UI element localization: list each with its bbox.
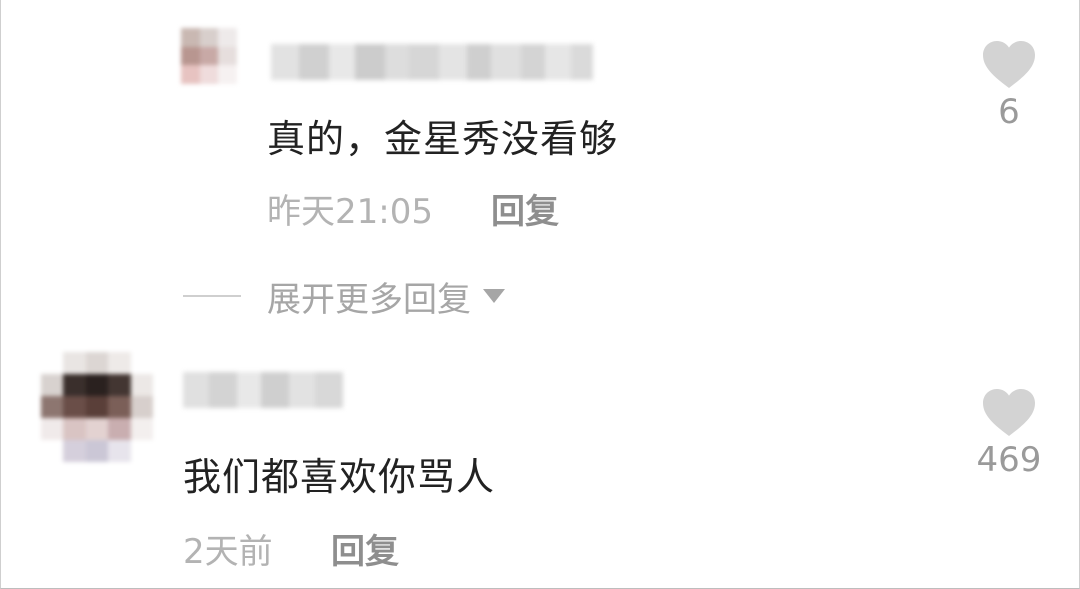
- heart-icon: [983, 41, 1035, 88]
- comment-time: 2天前: [183, 532, 273, 572]
- reply-comment-time: 昨天21:05: [267, 192, 433, 232]
- comment-user-avatar[interactable]: [41, 352, 153, 462]
- comments-panel: 真的，金星秀没看够 昨天21:05 回复 6 展开更多回复 我们都喜欢你骂人 2…: [0, 0, 1080, 589]
- expand-more-replies[interactable]: 展开更多回复: [183, 272, 505, 320]
- heart-icon: [983, 389, 1035, 436]
- comment-like-count: 469: [976, 440, 1042, 480]
- reply-user-avatar[interactable]: [181, 28, 237, 84]
- reply-comment-like-button[interactable]: 6: [954, 40, 1064, 132]
- comment-username[interactable]: [183, 372, 343, 408]
- reply-username[interactable]: [271, 44, 593, 80]
- comment-text: 我们都喜欢你骂人: [183, 455, 496, 499]
- reply-comment-text: 真的，金星秀没看够: [267, 117, 619, 161]
- comment-like-button[interactable]: 469: [954, 388, 1064, 480]
- divider-line: [183, 295, 241, 297]
- reply-comment-reply-button[interactable]: 回复: [491, 184, 559, 233]
- reply-comment-like-count: 6: [998, 92, 1020, 132]
- comment-reply-button[interactable]: 回复: [331, 524, 399, 573]
- caret-down-icon: [483, 289, 505, 303]
- expand-more-replies-label: 展开更多回复: [267, 279, 471, 320]
